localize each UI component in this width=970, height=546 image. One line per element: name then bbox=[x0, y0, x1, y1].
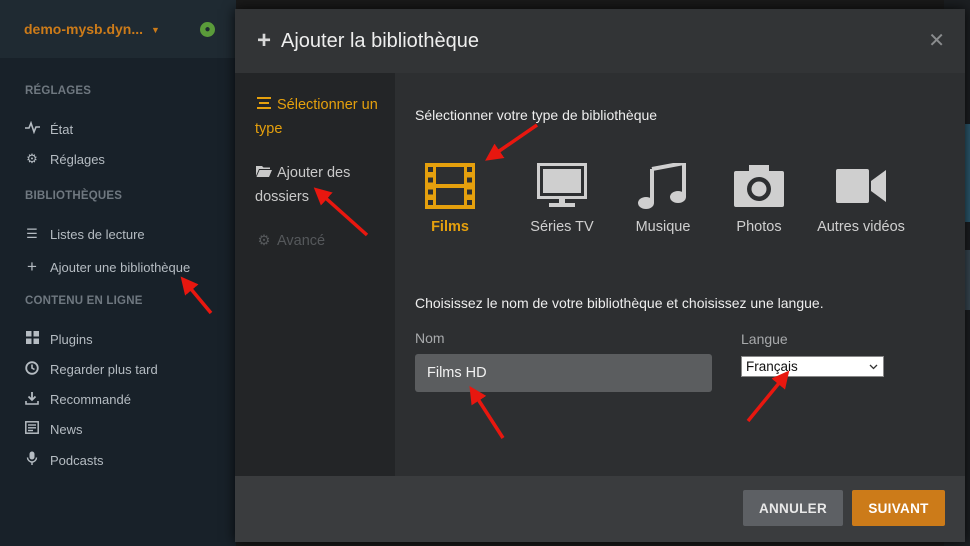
camera-icon bbox=[734, 165, 784, 207]
sidebar-item-news[interactable]: News bbox=[24, 421, 83, 437]
sidebar-item-label: État bbox=[50, 121, 74, 137]
sidebar-item-label: Podcasts bbox=[50, 452, 104, 468]
type-music[interactable]: Musique bbox=[608, 163, 718, 235]
caret-down-icon: ▼ bbox=[151, 25, 160, 35]
type-label: Autres vidéos bbox=[817, 219, 905, 235]
close-icon[interactable]: ✕ bbox=[928, 28, 945, 53]
sidebar-item-playlists[interactable]: ☰ Listes de lecture bbox=[24, 226, 145, 242]
secure-lock-icon: ● bbox=[200, 22, 215, 37]
app-sidebar: demo-mysb.dyn... ▼ ● RÉGLAGES État ⚙ Rég… bbox=[0, 0, 236, 546]
type-other-videos[interactable]: Autres vidéos bbox=[798, 163, 924, 235]
video-camera-icon bbox=[836, 169, 886, 203]
dialog-footer: ANNULER SUIVANT bbox=[235, 476, 965, 542]
chevron-down-icon bbox=[869, 357, 878, 383]
sidebar-item-label: Recommandé bbox=[50, 392, 131, 407]
server-name: demo-mysb.dyn... bbox=[24, 21, 144, 37]
sidebar-item-label: Listes de lecture bbox=[50, 226, 145, 242]
sidebar-item-settings[interactable]: ⚙ Réglages bbox=[24, 151, 105, 167]
language-select[interactable]: Français bbox=[741, 356, 884, 377]
type-prompt: Sélectionner votre type de bibliothèque bbox=[415, 107, 658, 123]
sidebar-item-label: Regarder plus tard bbox=[50, 362, 158, 377]
type-label: Séries TV bbox=[530, 219, 594, 235]
add-library-dialog: + Ajouter la bibliothèque ✕ Sélectionner… bbox=[235, 9, 965, 542]
gear-icon: ⚙ bbox=[257, 233, 271, 249]
step-add-folders[interactable]: Ajouter des dossiers bbox=[255, 161, 385, 209]
sidebar-section-settings: RÉGLAGES bbox=[25, 85, 92, 97]
step-label: Sélectionner un type bbox=[255, 97, 378, 137]
language-value: Français bbox=[746, 359, 798, 374]
folder-icon bbox=[255, 161, 273, 185]
type-tv[interactable]: Séries TV bbox=[507, 163, 617, 235]
grid-icon bbox=[24, 331, 40, 347]
sidebar-item-label: Plugins bbox=[50, 331, 93, 347]
name-prompt: Choisissez le nom de votre bibliothèque … bbox=[415, 295, 824, 311]
type-films[interactable]: Films bbox=[395, 163, 505, 235]
server-selector[interactable]: demo-mysb.dyn... ▼ ● bbox=[0, 0, 236, 58]
list-icon: ☰ bbox=[26, 226, 38, 241]
sidebar-item-watch-later[interactable]: Regarder plus tard bbox=[24, 361, 158, 378]
sidebar-item-podcasts[interactable]: Podcasts bbox=[24, 451, 103, 469]
plus-icon: + bbox=[27, 257, 37, 276]
step-label: Avancé bbox=[277, 233, 326, 249]
sidebar-item-label: Ajouter une bibliothèque bbox=[50, 259, 191, 275]
step-advanced: ⚙ Avancé bbox=[255, 229, 385, 253]
language-label: Langue bbox=[741, 331, 788, 347]
library-name-input[interactable] bbox=[415, 354, 712, 392]
dialog-title: Ajouter la bibliothèque bbox=[281, 29, 479, 52]
tv-icon bbox=[537, 163, 587, 207]
dialog-body: Sélectionner votre type de bibliothèque … bbox=[395, 73, 965, 476]
newspaper-icon bbox=[24, 421, 40, 437]
film-icon bbox=[425, 163, 475, 209]
type-label: Musique bbox=[635, 219, 691, 235]
music-note-icon bbox=[638, 163, 686, 209]
sidebar-item-label: News bbox=[50, 421, 83, 437]
name-label: Nom bbox=[415, 330, 445, 346]
download-icon bbox=[24, 391, 40, 408]
sidebar-section-online: CONTENU EN LIGNE bbox=[25, 295, 143, 307]
cancel-button[interactable]: ANNULER bbox=[743, 490, 843, 526]
sidebar-item-add-library[interactable]: + Ajouter une bibliothèque bbox=[24, 257, 190, 277]
sidebar-item-label: Réglages bbox=[50, 151, 105, 167]
wizard-steps: Sélectionner un type Ajouter des dossier… bbox=[235, 73, 395, 476]
step-select-type[interactable]: Sélectionner un type bbox=[255, 93, 385, 141]
activity-icon bbox=[24, 120, 40, 137]
next-button[interactable]: SUIVANT bbox=[852, 490, 945, 526]
plus-icon: + bbox=[257, 27, 272, 54]
sidebar-item-plugins[interactable]: Plugins bbox=[24, 331, 93, 347]
sidebar-item-status[interactable]: État bbox=[24, 120, 74, 137]
gear-icon: ⚙ bbox=[26, 151, 38, 166]
list-icon bbox=[255, 93, 273, 117]
sidebar-section-libraries: BIBLIOTHÈQUES bbox=[25, 190, 123, 202]
clock-icon bbox=[24, 361, 40, 378]
type-label: Films bbox=[431, 219, 469, 235]
dialog-header: + Ajouter la bibliothèque ✕ bbox=[235, 9, 965, 73]
sidebar-item-recommended[interactable]: Recommandé bbox=[24, 391, 131, 408]
microphone-icon bbox=[24, 451, 40, 469]
